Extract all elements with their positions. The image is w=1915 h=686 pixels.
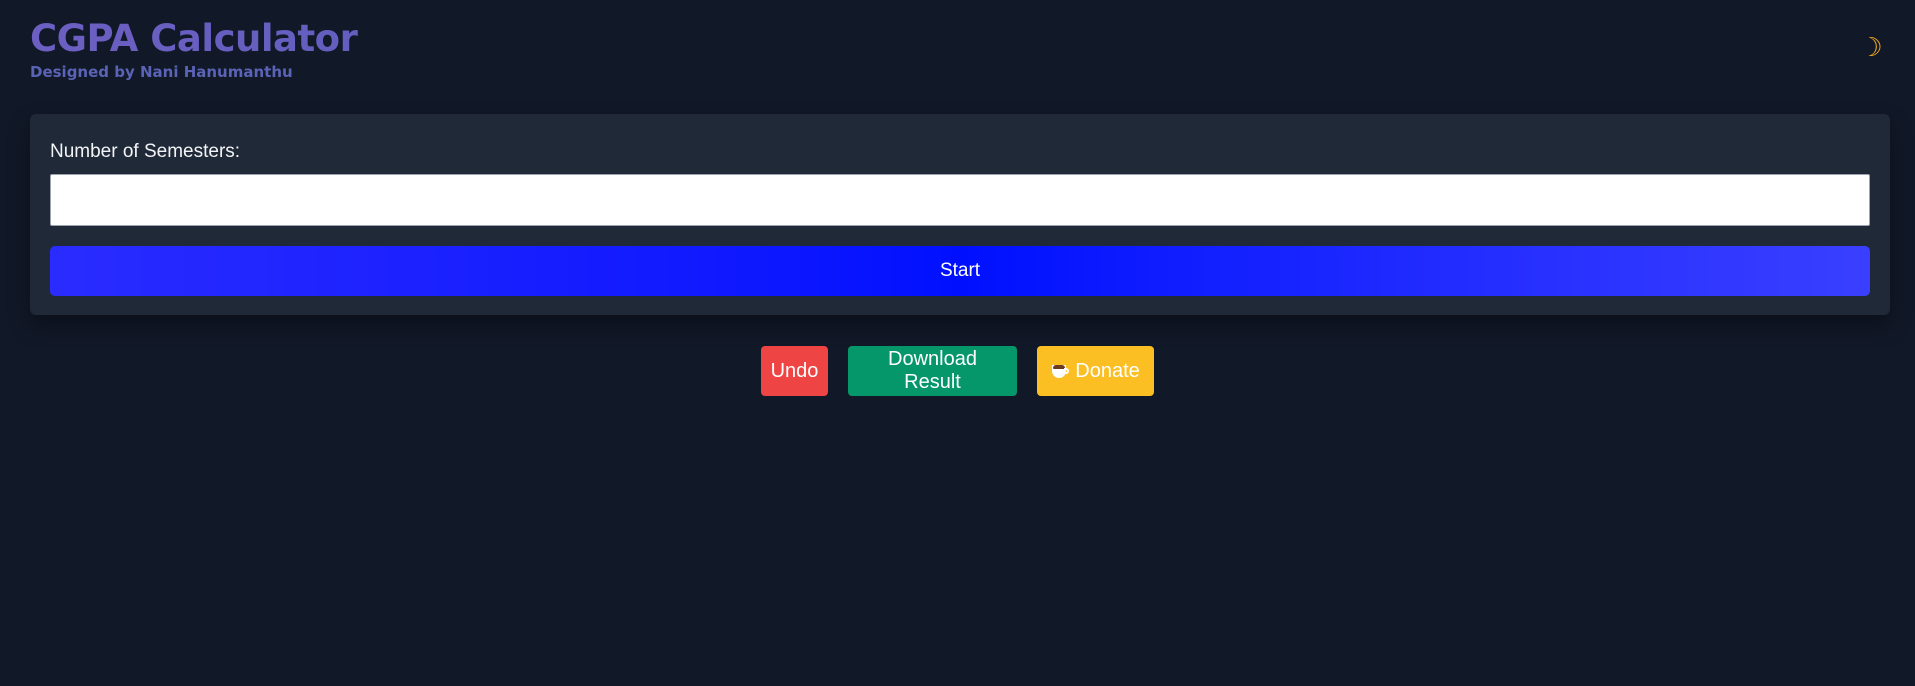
semesters-card: Number of Semesters: Start [30,114,1890,315]
donate-button[interactable]: Donate [1037,346,1154,396]
page-title: CGPA Calculator [30,16,1885,62]
action-buttons: Undo Download Result Donate [0,346,1915,396]
semesters-input[interactable] [50,174,1870,226]
page-subtitle: Designed by Nani Hanumanthu [30,63,293,81]
undo-button-label: Undo [770,359,819,382]
download-button-label: Download Result [888,348,977,393]
semesters-label: Number of Semesters: [50,141,241,162]
coffee-cup-icon [1051,361,1070,381]
app-header: CGPA Calculator Designed by Nani Hanuman… [30,16,1885,86]
donate-button-label: Donate [1075,359,1140,382]
moon-icon[interactable]: ☽ [1857,32,1885,64]
undo-button[interactable]: Undo [761,346,828,396]
download-result-button[interactable]: Download Result [848,346,1017,396]
start-button[interactable]: Start [50,246,1870,296]
